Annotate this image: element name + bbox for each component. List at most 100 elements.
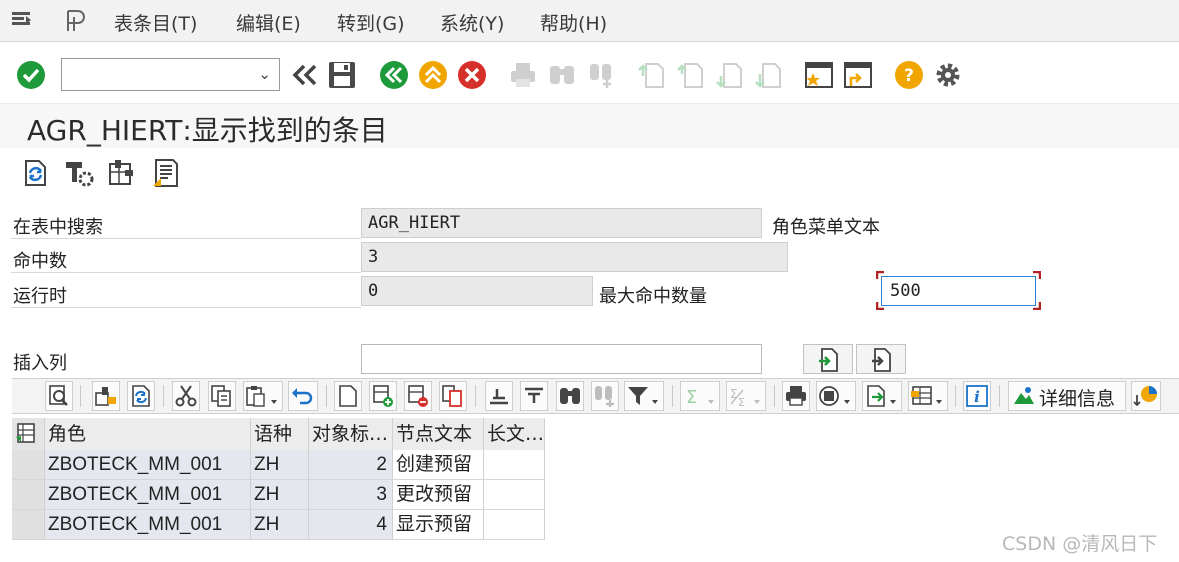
cancel-icon[interactable]: [457, 60, 489, 92]
alv-toolbar: Σ ΣΣ i 详细信息: [12, 378, 1179, 414]
details-button[interactable]: 详细信息: [1008, 381, 1126, 411]
table-cell-long-text[interactable]: [484, 480, 545, 510]
save-icon[interactable]: [327, 60, 359, 92]
column-header-role[interactable]: 角色: [45, 418, 251, 450]
insert-column-after-button[interactable]: [856, 344, 906, 374]
table-cell-node-text[interactable]: 创建预留: [393, 450, 484, 480]
settings-tool-icon[interactable]: [64, 158, 94, 192]
table-cell-object-id[interactable]: 2: [309, 450, 393, 480]
collapse-command-icon[interactable]: [290, 60, 322, 92]
system-menu-icon[interactable]: [10, 8, 34, 36]
column-header-language[interactable]: 语种: [251, 418, 309, 450]
toolbar-separator: [326, 385, 327, 407]
row-selector[interactable]: [12, 510, 45, 540]
insert-column-label: 插入列: [13, 353, 67, 374]
max-hits-input[interactable]: 500: [881, 276, 1036, 306]
table-cell-language[interactable]: ZH: [251, 450, 309, 480]
check-table-icon[interactable]: [107, 158, 137, 192]
search-table-field: AGR_HIERT: [361, 208, 762, 238]
exit-icon[interactable]: [418, 60, 450, 92]
export-button[interactable]: [862, 381, 902, 411]
select-all-cell[interactable]: [12, 418, 45, 450]
number-of-entries-icon[interactable]: [151, 158, 181, 192]
insert-column-button[interactable]: [803, 344, 853, 374]
enter-icon[interactable]: [16, 60, 48, 92]
layout-button[interactable]: [908, 381, 948, 411]
runtime-label: 运行时: [13, 286, 67, 307]
sort-ascending-button[interactable]: [485, 381, 513, 411]
row-selector[interactable]: [12, 450, 45, 480]
refresh-button[interactable]: [127, 381, 155, 411]
undo-button[interactable]: [288, 381, 318, 411]
table-cell-role[interactable]: ZBOTECK_MM_001: [45, 510, 251, 540]
delete-row-button[interactable]: [404, 381, 432, 411]
cut-button[interactable]: [172, 381, 200, 411]
find-button[interactable]: [556, 381, 584, 411]
views-button[interactable]: [816, 381, 856, 411]
svg-text:?: ?: [904, 66, 914, 86]
table-cell-object-id[interactable]: 3: [309, 480, 393, 510]
append-row-button[interactable]: [334, 381, 362, 411]
print-button[interactable]: [782, 381, 810, 411]
help-icon[interactable]: ?: [894, 60, 926, 92]
table-cell-role[interactable]: ZBOTECK_MM_001: [45, 480, 251, 510]
title-text: 显示找到的条目: [191, 114, 388, 147]
copy-button[interactable]: [208, 381, 236, 411]
chevron-down-icon[interactable]: ⌄: [258, 65, 271, 83]
total-button: Σ: [680, 381, 720, 411]
settings-icon[interactable]: [933, 60, 965, 92]
sort-descending-button[interactable]: [520, 381, 548, 411]
column-header-object-id[interactable]: 对象标…: [309, 418, 393, 450]
menu-help[interactable]: 帮助(H): [540, 9, 607, 36]
paste-button[interactable]: [243, 381, 283, 411]
toolbar-separator: [955, 385, 956, 407]
table-cell-long-text[interactable]: [484, 450, 545, 480]
info-button[interactable]: i: [963, 381, 991, 411]
insert-column-input[interactable]: [361, 344, 762, 374]
table-cell-object-id[interactable]: 4: [309, 510, 393, 540]
command-field[interactable]: ⌄: [61, 58, 280, 91]
svg-text:i: i: [974, 388, 980, 406]
menu-system[interactable]: 系统(Y): [440, 9, 504, 36]
layout-menu-icon[interactable]: [64, 8, 90, 38]
details-view-button[interactable]: [45, 381, 73, 411]
shortcut-icon[interactable]: [843, 60, 875, 92]
copy-row-button[interactable]: [439, 381, 467, 411]
table-cell-node-text[interactable]: 更改预留: [393, 480, 484, 510]
runtime-field: 0: [361, 276, 593, 306]
table-cell-language[interactable]: ZH: [251, 510, 309, 540]
back-icon[interactable]: [379, 60, 411, 92]
find-next-button: [591, 381, 619, 411]
column-header-long-text[interactable]: 长文…: [484, 418, 545, 450]
page-title: AGR_HIERT:显示找到的条目: [27, 109, 388, 149]
column-header-node-text[interactable]: 节点文本: [393, 418, 484, 450]
table-cell-long-text[interactable]: [484, 510, 545, 540]
watermark: CSDN @清风日下: [1002, 533, 1158, 555]
search-table-label: 在表中搜索: [13, 217, 103, 238]
menu-table-entry[interactable]: 表条目(T): [114, 9, 197, 36]
toolbar-separator: [999, 385, 1000, 407]
row-divider: [11, 272, 361, 273]
insert-row-button[interactable]: [369, 381, 397, 411]
max-hits-label: 最大命中数量: [599, 286, 707, 307]
toolbar-separator: [80, 385, 81, 407]
refresh-icon[interactable]: [20, 158, 50, 192]
svg-text:Σ: Σ: [686, 387, 697, 408]
check-button[interactable]: [92, 381, 120, 411]
next-page-icon: [715, 60, 747, 92]
svg-text:Σ: Σ: [738, 396, 745, 409]
toolbar-separator: [475, 385, 476, 407]
menu-goto[interactable]: 转到(G): [337, 9, 405, 36]
create-session-icon[interactable]: [804, 60, 836, 92]
menu-edit[interactable]: 编辑(E): [236, 9, 301, 36]
previous-page-icon: [676, 60, 708, 92]
more-button[interactable]: [1131, 381, 1161, 411]
hits-label: 命中数: [13, 251, 67, 272]
table-cell-node-text[interactable]: 显示预留: [393, 510, 484, 540]
toolbar-separator: [672, 385, 673, 407]
table-cell-language[interactable]: ZH: [251, 480, 309, 510]
row-selector[interactable]: [12, 480, 45, 510]
details-button-label: 详细信息: [1039, 388, 1116, 410]
filter-button[interactable]: [624, 381, 664, 411]
table-cell-role[interactable]: ZBOTECK_MM_001: [45, 450, 251, 480]
